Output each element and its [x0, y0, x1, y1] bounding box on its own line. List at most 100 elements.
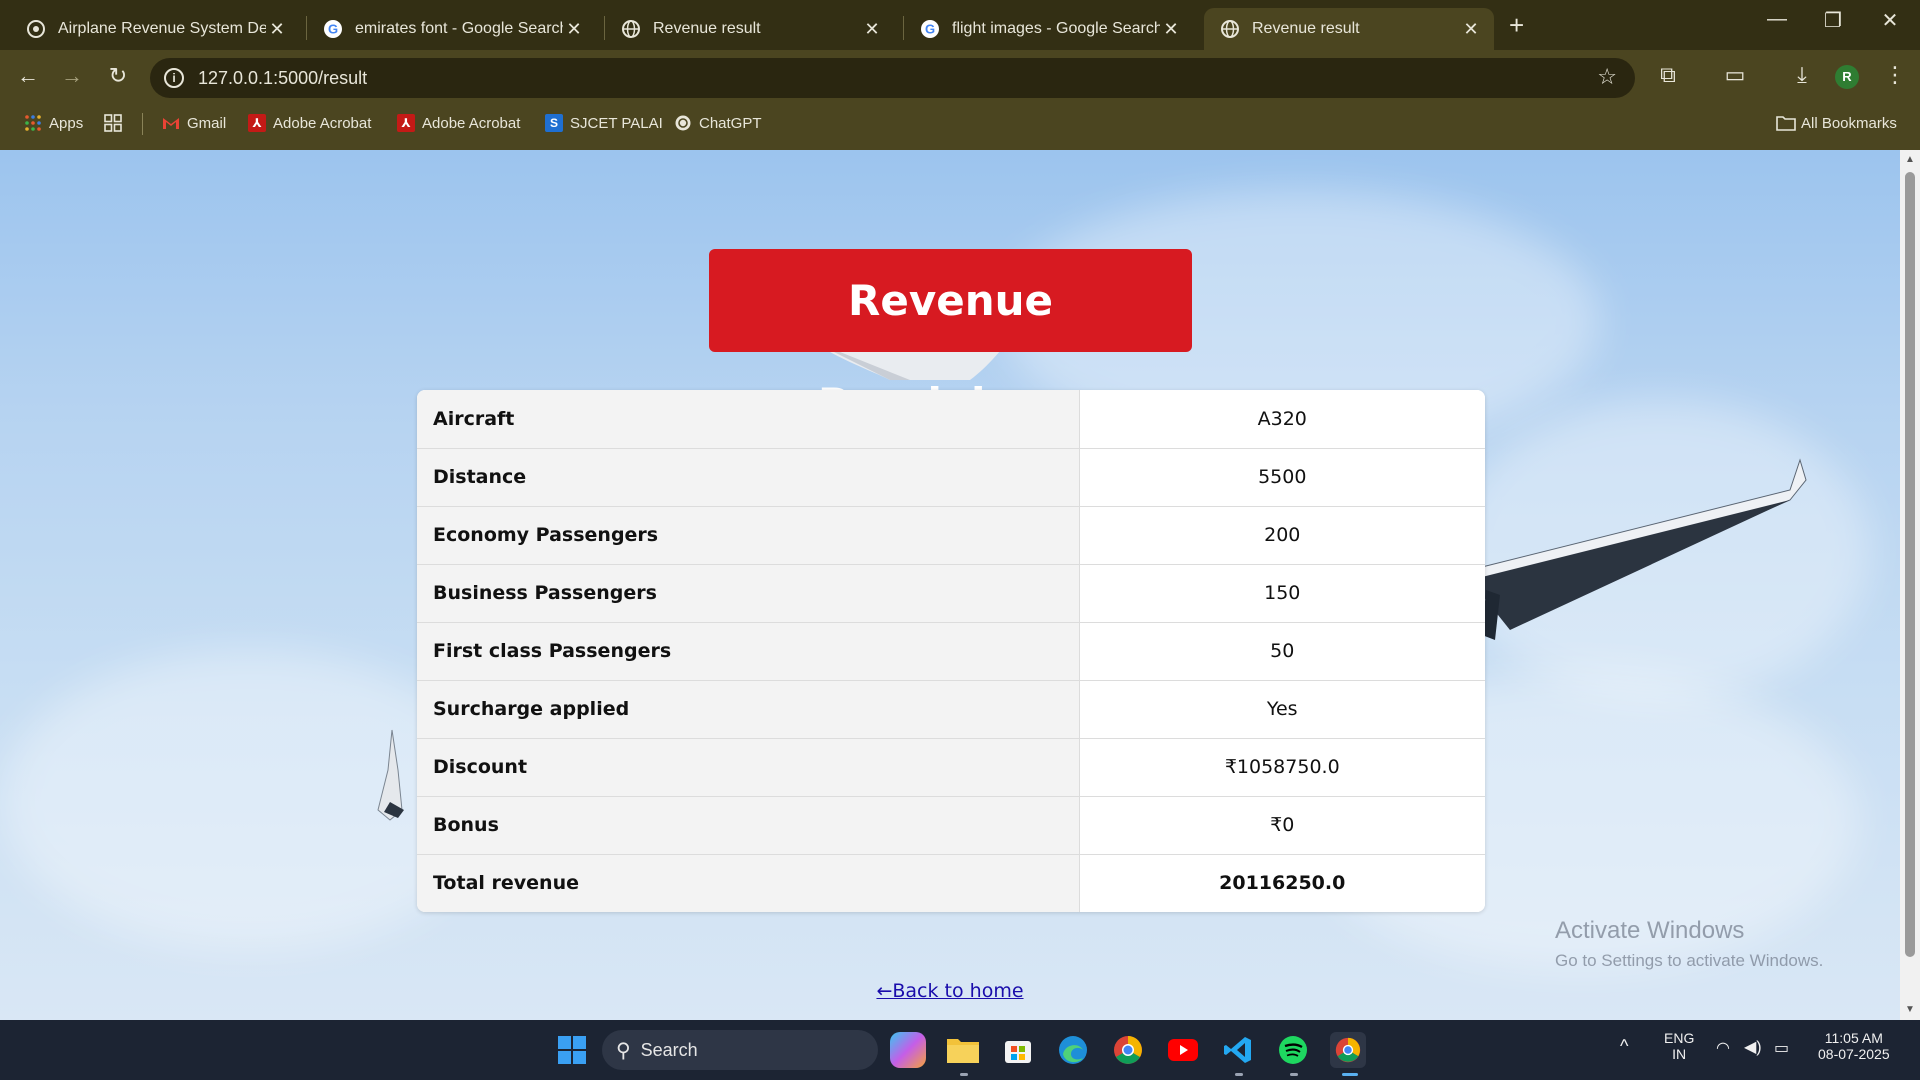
cast-search-icon[interactable]: ▭	[1720, 62, 1750, 88]
close-icon[interactable]: ✕	[1460, 19, 1482, 40]
apps-grid-icon	[24, 114, 42, 132]
table-row: Economy Passengers 200	[417, 506, 1485, 565]
bookmark-apps[interactable]: Apps	[24, 114, 83, 132]
row-value: A320	[1079, 390, 1485, 449]
globe-icon	[1220, 19, 1240, 39]
bookmark-gmail[interactable]: Gmail	[162, 114, 226, 132]
windows-taskbar: ⚲ Search ^ ENG IN ◠ ◀) ▭ 11:05 AM 08-07-…	[0, 1020, 1920, 1080]
acrobat-icon: ⅄	[248, 114, 266, 132]
chatgpt-icon	[674, 114, 692, 132]
bookmark-star-icon[interactable]: ☆	[1597, 64, 1617, 90]
row-label: Bonus	[417, 796, 1080, 855]
chrome-profile-icon[interactable]	[1330, 1032, 1366, 1068]
row-value: 50	[1079, 622, 1485, 681]
scroll-up-icon[interactable]: ▲	[1905, 154, 1915, 165]
row-value: ₹0	[1079, 796, 1485, 855]
bookmark-chatgpt[interactable]: ChatGPT	[674, 114, 762, 132]
back-arrow-icon[interactable]: ←	[14, 62, 42, 90]
bookmark-acrobat-2[interactable]: ⅄ Adobe Acrobat	[397, 114, 520, 132]
restore-button[interactable]: ❐	[1813, 8, 1853, 33]
row-label: Business Passengers	[417, 564, 1080, 623]
google-icon: G	[920, 19, 940, 39]
close-icon[interactable]: ✕	[266, 19, 288, 40]
total-revenue-value: 20116250.0	[1079, 854, 1485, 912]
tab-strip: Airplane Revenue System Devel ✕ G emirat…	[0, 0, 1920, 50]
table-row: Distance 5500	[417, 448, 1485, 507]
chevron-up-icon[interactable]: ^	[1620, 1036, 1628, 1057]
table-row: Aircraft A320	[417, 390, 1485, 449]
svg-text:G: G	[925, 22, 935, 37]
bookmark-label: Apps	[49, 114, 84, 132]
volume-icon[interactable]: ◀)	[1744, 1037, 1762, 1057]
running-indicator	[1235, 1073, 1243, 1076]
bookmark-label: SJCET PALAI	[570, 114, 663, 132]
row-value: 150	[1079, 564, 1485, 623]
all-bookmarks[interactable]: All Bookmarks	[1776, 114, 1897, 132]
bookmark-acrobat-1[interactable]: ⅄ Adobe Acrobat	[248, 114, 371, 132]
site-info-icon[interactable]: i	[164, 68, 184, 88]
watermark-subtitle: Go to Settings to activate Windows.	[1555, 951, 1824, 970]
download-icon[interactable]: ⤓	[1787, 62, 1817, 88]
scroll-down-icon[interactable]: ▼	[1905, 1004, 1915, 1015]
vertical-scrollbar[interactable]: ▲ ▼	[1900, 150, 1920, 1020]
battery-icon[interactable]: ▭	[1774, 1038, 1789, 1058]
youtube-icon[interactable]	[1165, 1032, 1201, 1068]
running-indicator	[1290, 1073, 1298, 1076]
taskbar-search[interactable]: ⚲ Search	[602, 1030, 878, 1070]
reload-icon[interactable]: ↻	[104, 62, 132, 90]
bookmarks-bar: Apps Gmail ⅄ Adobe Acrobat ⅄ Adobe Acrob…	[0, 100, 1920, 150]
vscode-icon[interactable]	[1220, 1032, 1256, 1068]
taskbar-search-label: Search	[640, 1039, 698, 1060]
profile-avatar[interactable]: R	[1835, 65, 1859, 89]
new-tab-button[interactable]: +	[1509, 10, 1524, 41]
google-icon: G	[323, 19, 343, 39]
tab-title: flight images - Google Search	[952, 20, 1160, 37]
scrollbar-thumb[interactable]	[1905, 172, 1915, 957]
clock[interactable]: 11:05 AM 08-07-2025	[1818, 1030, 1890, 1062]
edge-icon[interactable]	[1055, 1032, 1091, 1068]
back-to-home-link[interactable]: ←Back to home	[0, 980, 1900, 1002]
menu-kebab-icon[interactable]: ⋮	[1880, 62, 1910, 88]
chrome-icon[interactable]	[1110, 1032, 1146, 1068]
tab-0[interactable]: Airplane Revenue System Devel ✕	[10, 8, 300, 50]
svg-text:G: G	[328, 22, 338, 37]
bookmark-tab-groups[interactable]	[104, 114, 129, 132]
file-explorer-icon[interactable]	[945, 1032, 981, 1068]
table-row-total: Total revenue 20116250.0	[417, 854, 1485, 912]
search-icon: ⚲	[616, 1039, 631, 1062]
row-label: Discount	[417, 738, 1080, 797]
windows-start-icon[interactable]	[554, 1032, 590, 1068]
forward-arrow-icon[interactable]: →	[58, 62, 86, 90]
folder-icon	[1776, 114, 1796, 132]
table-row: Discount ₹1058750.0	[417, 738, 1485, 797]
bookmark-divider	[142, 113, 143, 135]
browser-toolbar: ← → ↻ i 127.0.0.1:5000/result ☆ ⧉ ▭ ⤓ R …	[0, 50, 1920, 100]
minimize-button[interactable]: —	[1757, 8, 1797, 31]
wifi-icon[interactable]: ◠	[1716, 1038, 1730, 1058]
close-icon[interactable]: ✕	[563, 19, 585, 40]
acrobat-icon: ⅄	[397, 114, 415, 132]
microsoft-store-icon[interactable]	[1000, 1032, 1036, 1068]
table-row: First class Passengers 50	[417, 622, 1485, 681]
all-bookmarks-label: All Bookmarks	[1801, 114, 1897, 132]
close-window-button[interactable]: ✕	[1870, 8, 1910, 33]
address-bar[interactable]: i 127.0.0.1:5000/result ☆	[150, 58, 1635, 98]
close-icon[interactable]: ✕	[861, 19, 883, 40]
tab-4-active[interactable]: Revenue result ✕	[1204, 8, 1494, 50]
bookmark-label: ChatGPT	[699, 114, 762, 132]
tab-3[interactable]: G flight images - Google Search ✕	[904, 8, 1194, 50]
watermark-title: Activate Windows	[1555, 917, 1745, 944]
row-label: Surcharge applied	[417, 680, 1080, 739]
bookmark-sjcet[interactable]: S SJCET PALAI	[545, 114, 663, 132]
row-label: Distance	[417, 448, 1080, 507]
row-label: Aircraft	[417, 390, 1080, 449]
copilot-icon[interactable]	[890, 1032, 926, 1068]
extensions-icon[interactable]: ⧉	[1653, 62, 1683, 88]
url-text[interactable]: 127.0.0.1:5000/result	[198, 68, 367, 89]
tab-1[interactable]: G emirates font - Google Search ✕	[307, 8, 597, 50]
language-indicator[interactable]: ENG IN	[1664, 1030, 1694, 1062]
spotify-icon[interactable]	[1275, 1032, 1311, 1068]
row-label: First class Passengers	[417, 622, 1080, 681]
close-icon[interactable]: ✕	[1160, 19, 1182, 40]
tab-2[interactable]: Revenue result ✕	[605, 8, 895, 50]
